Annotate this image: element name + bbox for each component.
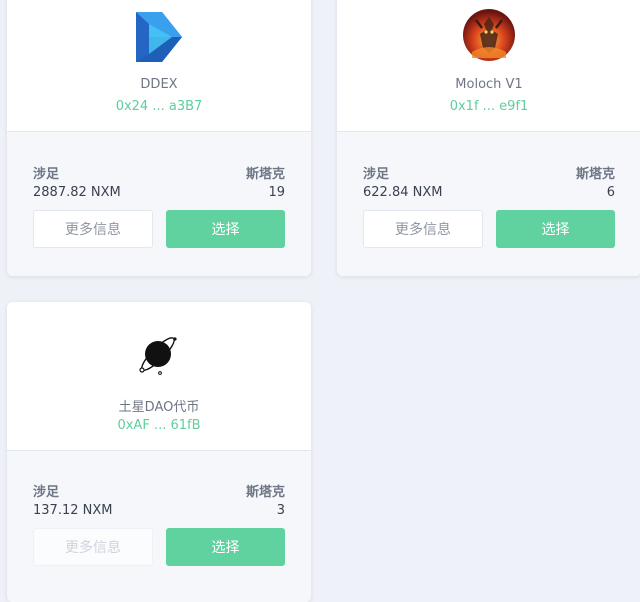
cover-card-ddex: DDEX 0x24 ... a3B7 涉足 斯塔克 2887.82 NXM 19… xyxy=(7,0,311,276)
cover-card-moloch: Moloch V1 0x1f ... e9f1 涉足 斯塔克 622.84 NX… xyxy=(337,0,640,276)
stakers-label: 斯塔克 xyxy=(575,167,615,182)
stakers-label: 斯塔克 xyxy=(245,167,285,182)
card-header: Moloch V1 0x1f ... e9f1 xyxy=(337,0,640,132)
card-header: 土星DAO代币 0xAF ... 61fB xyxy=(7,302,311,451)
cover-name: Moloch V1 xyxy=(455,77,523,92)
more-info-button[interactable]: 更多信息 xyxy=(33,210,153,248)
cover-name: DDEX xyxy=(140,77,178,92)
card-footer: 涉足 斯塔克 137.12 NXM 3 更多信息 选择 xyxy=(7,451,311,602)
contract-address-link[interactable]: 0x1f ... e9f1 xyxy=(337,99,640,114)
stake-label: 涉足 xyxy=(363,167,390,182)
contract-address-link[interactable]: 0x24 ... a3B7 xyxy=(7,99,311,114)
card-footer: 涉足 斯塔克 2887.82 NXM 19 更多信息 选择 xyxy=(7,132,311,276)
select-button[interactable]: 选择 xyxy=(496,210,615,248)
stake-label: 涉足 xyxy=(33,485,60,500)
saturn-logo-icon xyxy=(139,337,177,375)
cover-name: 土星DAO代币 xyxy=(118,400,200,415)
ddex-logo-icon xyxy=(136,12,182,62)
stake-label: 涉足 xyxy=(33,167,60,182)
moloch-logo-icon xyxy=(463,9,515,61)
more-info-button[interactable]: 更多信息 xyxy=(33,528,153,566)
stakers-value: 3 xyxy=(276,503,285,518)
stakers-value: 6 xyxy=(606,185,615,200)
contract-address-link[interactable]: 0xAF ... 61fB xyxy=(7,418,311,433)
select-button[interactable]: 选择 xyxy=(166,210,285,248)
stake-value: 622.84 NXM xyxy=(363,185,443,200)
stakers-value: 19 xyxy=(268,185,285,200)
select-button[interactable]: 选择 xyxy=(166,528,285,566)
more-info-button[interactable]: 更多信息 xyxy=(363,210,483,248)
stake-value: 137.12 NXM xyxy=(33,503,113,518)
stake-value: 2887.82 NXM xyxy=(33,185,121,200)
stakers-label: 斯塔克 xyxy=(245,485,285,500)
card-footer: 涉足 斯塔克 622.84 NXM 6 更多信息 选择 xyxy=(337,132,640,276)
cover-card-saturn-dao: 土星DAO代币 0xAF ... 61fB 涉足 斯塔克 137.12 NXM … xyxy=(7,302,311,602)
card-header: DDEX 0x24 ... a3B7 xyxy=(7,0,311,132)
